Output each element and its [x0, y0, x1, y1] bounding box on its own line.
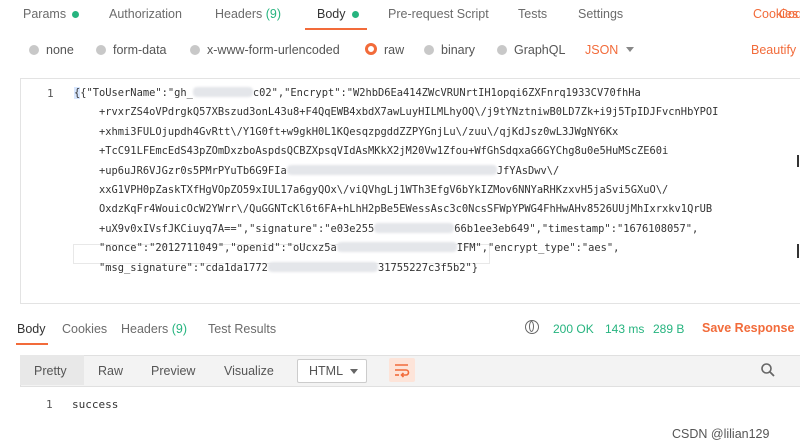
radio-none[interactable]: none: [29, 43, 74, 57]
save-response-label: Save Response: [702, 321, 795, 335]
radio-urlencoded-label: x-www-form-urlencoded: [207, 43, 340, 57]
response-tab-headers[interactable]: Headers (9): [121, 322, 187, 336]
watermark: CSDN @lilian129: [672, 427, 770, 441]
code-line-8a: +uX9v0xIVsfJKCiuyq7A==","signature":"e03…: [99, 222, 375, 235]
response-headers-count: (9): [171, 322, 188, 336]
wrap-lines-icon: [395, 364, 410, 378]
response-tab-cookies[interactable]: Cookies: [62, 322, 107, 336]
status-code[interactable]: 200 OK: [553, 322, 594, 336]
code-line-10a: "msg_signature":"cda1da1772: [99, 261, 268, 274]
redacted-block: [286, 164, 497, 175]
params-indicator-dot: [72, 11, 80, 19]
response-tab-test-results-label: Test Results: [208, 322, 277, 336]
tab-body[interactable]: Body: [317, 7, 359, 21]
code-line-2: +rvxrZS4oVPdrgkQ57XBszud3onL43u8+F4QqEWB…: [99, 106, 719, 119]
body-indicator-dot: [351, 11, 359, 19]
response-body-text: success: [72, 398, 119, 411]
response-tab-body-label: Body: [17, 322, 46, 336]
redacted-block: [336, 242, 457, 253]
radio-form-data-label: form-data: [113, 43, 167, 57]
radio-raw-label: raw: [384, 43, 405, 57]
radio-raw-circle: [365, 43, 377, 55]
radio-binary-label: binary: [441, 43, 476, 57]
code-line-1b: c02","Encrypt":"W2hbD6Ea414ZWcVRUNrtIH1o…: [252, 87, 641, 99]
tab-tests-label: Tests: [518, 7, 548, 21]
code-content: {{"ToUserName":"gh_ c02","Encrypt":"W2hbD…: [74, 84, 718, 278]
scroll-marker: [797, 155, 799, 167]
chevron-down-icon: [350, 369, 358, 374]
search-icon[interactable]: [760, 362, 776, 381]
radio-form-data[interactable]: form-data: [96, 43, 167, 57]
response-tab-body[interactable]: Body: [17, 322, 46, 336]
scroll-marker: [797, 244, 799, 258]
tab-pre-request-script[interactable]: Pre-request Script: [388, 7, 489, 21]
tab-authorization[interactable]: Authorization: [109, 7, 182, 21]
radio-binary-circle: [424, 45, 434, 55]
active-tab-underline: [305, 28, 367, 30]
headers-count: (9): [265, 7, 282, 21]
response-format-value: HTML: [309, 364, 344, 378]
radio-binary[interactable]: binary: [424, 43, 475, 57]
tab-tests[interactable]: Tests: [518, 7, 547, 21]
response-time[interactable]: 143 ms: [605, 322, 644, 336]
tab-headers-label: Headers: [215, 7, 263, 21]
tab-body-label: Body: [317, 7, 346, 21]
tab-settings-label: Settings: [578, 7, 624, 21]
tab-params[interactable]: Params: [23, 7, 80, 21]
tab-params-label: Params: [23, 7, 67, 21]
code-line-8b: 66b1ee3eb649","timestamp":"1676108057",: [454, 222, 699, 235]
response-tab-headers-label: Headers: [121, 322, 169, 336]
code-line-1a: {"ToUserName":"gh_: [80, 87, 193, 99]
code-line-7: OxdzKqFr4WouicOcW2YWrr\/QuGGNTcKl6t6FA+h…: [99, 203, 713, 216]
radio-none-label: none: [46, 43, 74, 57]
globe-icon[interactable]: [525, 320, 539, 334]
beautify-button[interactable]: Beautify: [751, 43, 796, 57]
code-line-4: +TcC91LFEmcEdS43pZOmDxzboAspdsQCBZXpsqVI…: [99, 145, 669, 158]
radio-urlencoded-circle: [190, 45, 200, 55]
save-response-button[interactable]: Save Response: [702, 321, 800, 335]
view-preview-button[interactable]: Preview: [151, 364, 195, 378]
response-tab-test-results[interactable]: Test Results: [208, 322, 276, 336]
code-line-5a: +up6uJR6VJGzr0s5PMrPYuTb6G9FIa: [99, 164, 287, 177]
code-line-9a: "nonce":"2012711049","openid":"oUcxz5a: [99, 242, 337, 255]
response-format-select[interactable]: HTML: [297, 359, 367, 383]
radio-raw[interactable]: raw: [365, 43, 404, 57]
view-pretty-button[interactable]: Pretty: [34, 364, 67, 378]
raw-format-value: JSON: [585, 43, 619, 57]
chevron-down-icon: [626, 47, 635, 52]
radio-graphql-circle: [497, 45, 507, 55]
line-number: 1: [47, 87, 54, 100]
request-body-editor[interactable]: 1 {{"ToUserName":"gh_ c02","Encrypt":"W2h…: [20, 78, 800, 304]
wrap-lines-button[interactable]: [389, 358, 415, 382]
redacted-block: [374, 222, 455, 233]
code-line-10b: 31755227c3f5b2"}: [377, 261, 479, 274]
view-visualize-button[interactable]: Visualize: [224, 364, 274, 378]
redacted-block: [267, 261, 378, 272]
response-line-number: 1: [46, 398, 53, 411]
response-tab-cookies-label: Cookies: [62, 322, 108, 336]
radio-graphql-label: GraphQL: [514, 43, 566, 57]
request-tabs: Params Authorization Headers (9) Body Pr…: [0, 0, 800, 30]
code-link[interactable]: Code: [779, 7, 800, 21]
radio-form-data-circle: [96, 45, 106, 55]
redacted-block: [192, 87, 253, 97]
radio-none-circle: [29, 45, 39, 55]
code-line-5b: JfYAsDwv\/: [496, 164, 560, 177]
tab-settings[interactable]: Settings: [578, 7, 623, 21]
code-line-9b: IFM","encrypt_type":"aes",: [456, 242, 620, 255]
view-raw-button[interactable]: Raw: [98, 364, 123, 378]
radio-x-www-form-urlencoded[interactable]: x-www-form-urlencoded: [190, 43, 340, 57]
radio-graphql[interactable]: GraphQL: [497, 43, 565, 57]
raw-format-select[interactable]: JSON: [585, 43, 635, 57]
tab-pre-request-label: Pre-request Script: [388, 7, 489, 21]
response-active-tab-underline: [16, 343, 48, 345]
tab-headers[interactable]: Headers (9): [215, 7, 281, 21]
tab-authorization-label: Authorization: [109, 7, 182, 21]
code-line-3: +xhmi3FULOjupdh4GvRtt\/Y1G0ft+w9gkH0L1KQ…: [99, 125, 619, 138]
body-type-selector: none form-data x-www-form-urlencoded raw…: [0, 40, 800, 62]
code-line-6: xxG1VPH0pZaskTXfHgVOpZO59xIUL17a6gyQOx\/…: [99, 184, 669, 197]
response-size[interactable]: 289 B: [653, 322, 684, 336]
